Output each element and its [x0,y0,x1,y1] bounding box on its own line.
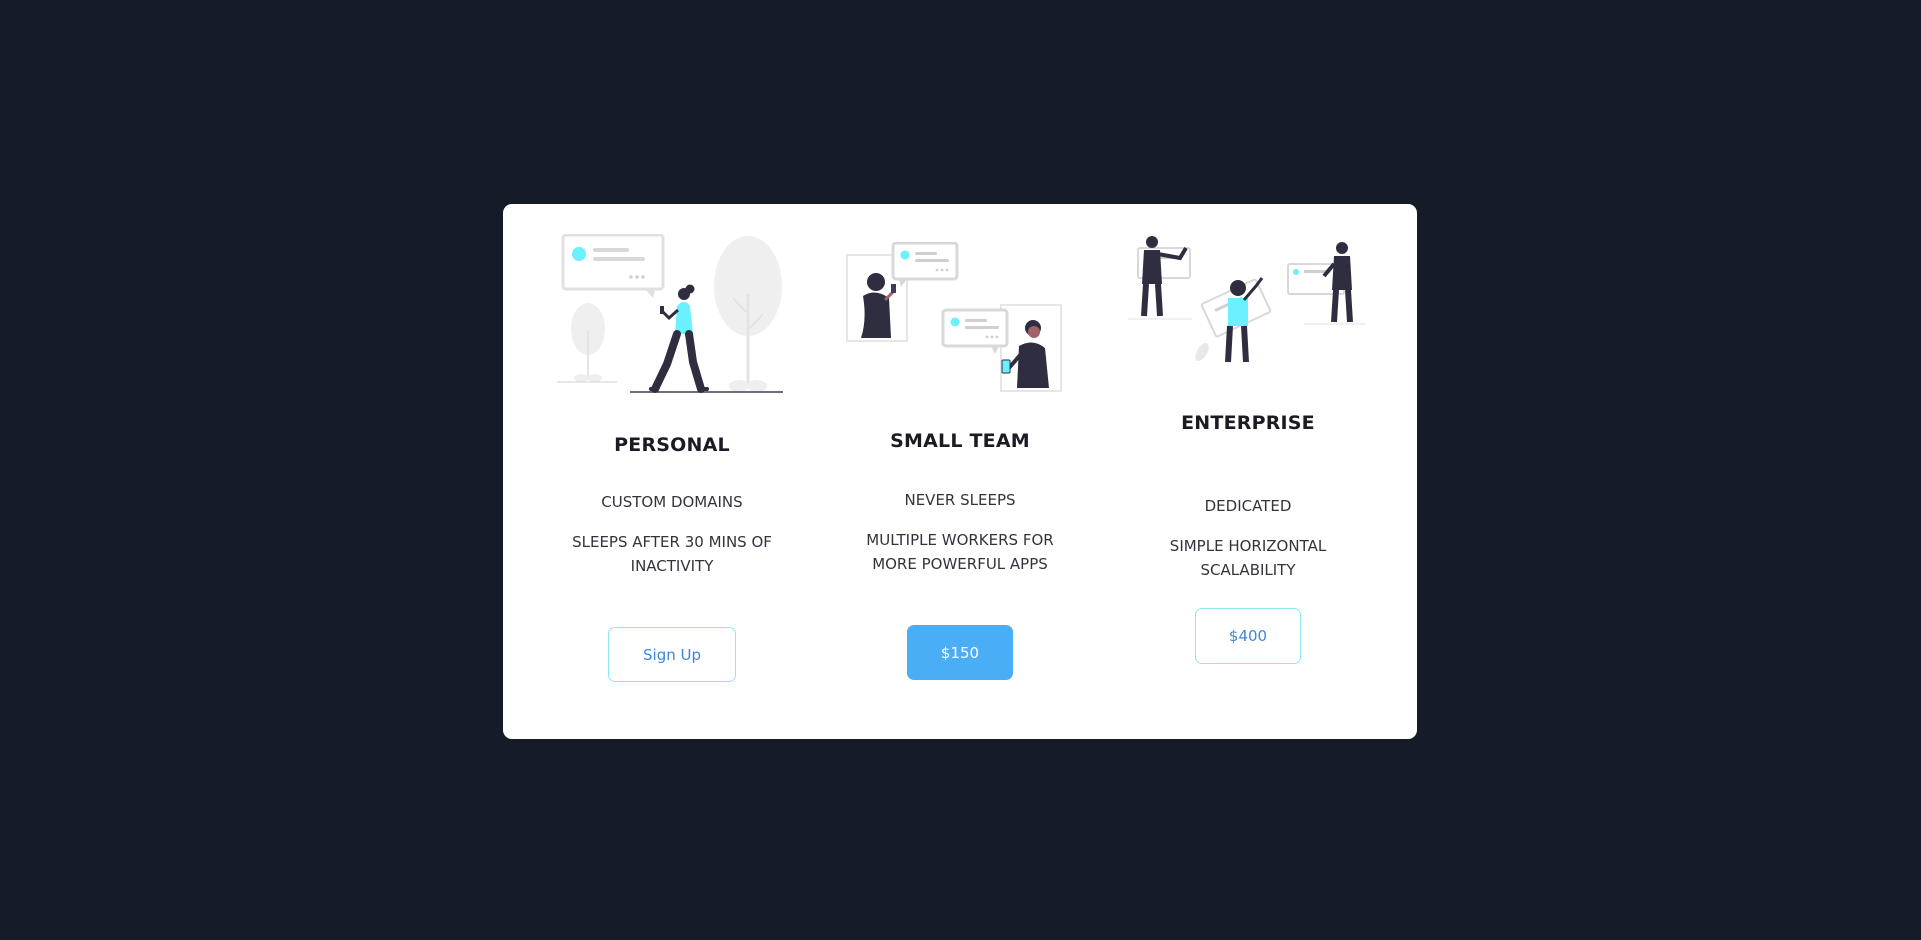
plan-title: PERSONAL [614,434,730,456]
team-messaging-illustration [846,242,1062,392]
plan-title: SMALL TEAM [890,430,1030,452]
plan-small-team: SMALL TEAM NEVER SLEEPS MULTIPLE WORKERS… [830,204,1090,739]
enterprise-collaboration-illustration [1128,236,1366,363]
plan-feature: NEVER SLEEPS [904,491,1016,509]
plan-feature: SLEEPS AFTER 30 MINS OF INACTIVITY [572,533,772,575]
plan-feature: MULTIPLE WORKERS FOR MORE POWERFUL APPS [866,531,1054,573]
plan-feature: DEDICATED [1204,497,1292,515]
plan-feature: CUSTOM DOMAINS [601,493,743,511]
person-texting-illustration [557,234,783,393]
small-team-price-button[interactable]: $150 [907,625,1013,680]
signup-button[interactable]: Sign Up [608,627,736,682]
plan-enterprise: ENTERPRISE DEDICATED SIMPLE HORIZONTAL S… [1118,204,1378,739]
plan-personal: PERSONAL CUSTOM DOMAINS SLEEPS AFTER 30 … [542,204,802,739]
enterprise-price-button[interactable]: $400 [1195,608,1301,664]
plan-title: ENTERPRISE [1181,412,1315,434]
plan-feature: SIMPLE HORIZONTAL SCALABILITY [1169,537,1327,579]
pricing-card: PERSONAL CUSTOM DOMAINS SLEEPS AFTER 30 … [503,204,1417,739]
